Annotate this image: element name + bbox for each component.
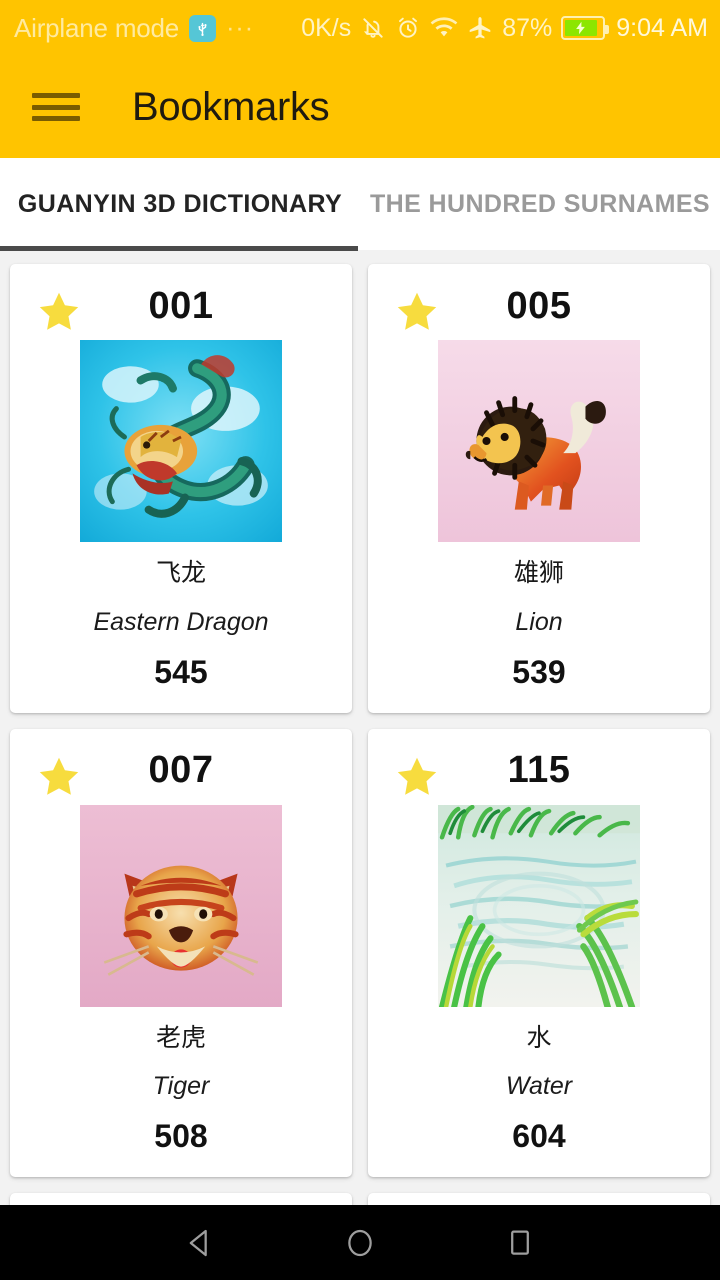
clock-label: 9:04 AM	[616, 13, 708, 42]
battery-percent-label: 87%	[502, 13, 553, 42]
card-header: 007	[10, 743, 352, 799]
overflow-dots-icon: ···	[226, 14, 255, 42]
airplane-mode-label: Airplane mode	[14, 12, 180, 43]
bookmark-card[interactable]: 005 雄狮 Lion 539	[368, 264, 710, 713]
card-number: 508	[154, 1118, 208, 1154]
bookmarks-grid: 001 飞龙 Eastern Dragon 545 005 雄狮 Lion 53…	[10, 264, 710, 1205]
card-english-name: Lion	[515, 607, 563, 636]
app-bar: Bookmarks	[0, 56, 720, 158]
airplane-icon	[467, 15, 493, 41]
phone-screen: Airplane mode ··· 0K/s 87% 9:04 AM Bookm…	[0, 0, 720, 1280]
card-chinese-name: 飞龙	[155, 559, 206, 587]
battery-charging-icon	[561, 16, 610, 40]
star-filled-icon[interactable]	[392, 753, 442, 801]
status-bar: Airplane mode ··· 0K/s 87% 9:04 AM	[0, 0, 720, 56]
status-bar-left: Airplane mode ···	[14, 13, 254, 44]
bookmark-card-partial[interactable]	[368, 1193, 710, 1205]
wifi-icon	[430, 16, 458, 40]
page-title: Bookmarks	[132, 84, 330, 129]
star-filled-icon[interactable]	[34, 288, 84, 336]
eastern-dragon-thumbnail	[80, 340, 282, 542]
card-chinese-name: 水	[526, 1023, 552, 1052]
tab-bar: GUANYIN 3D DICTIONARY THE HUNDRED SURNAM…	[0, 158, 720, 250]
card-index: 007	[148, 749, 214, 791]
bookmark-card[interactable]: 115 水 Water 604	[368, 728, 710, 1177]
android-navigation-bar	[0, 1205, 720, 1280]
card-english-name: Eastern Dragon	[93, 607, 269, 636]
tab-guanyin-3d-dictionary[interactable]: GUANYIN 3D DICTIONARY	[0, 158, 360, 250]
star-filled-icon[interactable]	[34, 753, 84, 801]
tiger-thumbnail	[80, 804, 282, 1007]
tab-label: THE HUNDRED SURNAMES	[370, 189, 710, 218]
card-number: 545	[154, 653, 208, 690]
usb-icon	[189, 14, 217, 42]
card-english-name: Tiger	[152, 1072, 210, 1100]
card-header: 005	[368, 278, 710, 334]
card-index: 001	[148, 284, 214, 327]
tab-label: GUANYIN 3D DICTIONARY	[17, 189, 343, 218]
network-speed-label: 0K/s	[301, 13, 352, 42]
alarm-clock-icon	[395, 15, 421, 41]
hamburger-menu-icon[interactable]	[30, 89, 82, 125]
card-number: 539	[512, 653, 566, 690]
card-index: 115	[507, 749, 571, 791]
bookmark-card[interactable]: 001 飞龙 Eastern Dragon 545	[10, 264, 352, 713]
bookmarks-grid-scroll[interactable]: 001 飞龙 Eastern Dragon 545 005 雄狮 Lion 53…	[0, 251, 720, 1205]
bookmark-card-partial[interactable]	[10, 1193, 352, 1205]
card-number: 604	[512, 1118, 566, 1154]
card-header: 001	[10, 278, 352, 334]
card-index: 005	[506, 284, 572, 327]
star-filled-icon[interactable]	[392, 288, 442, 336]
lion-thumbnail	[438, 340, 640, 542]
bookmark-card[interactable]: 007 老虎 Tiger 508	[10, 728, 352, 1177]
recents-square-icon[interactable]	[490, 1213, 550, 1273]
water-thumbnail	[438, 804, 640, 1007]
card-chinese-name: 雄狮	[513, 559, 564, 587]
card-english-name: Water	[505, 1072, 573, 1100]
back-triangle-icon[interactable]	[170, 1213, 230, 1273]
tab-the-hundred-surnames[interactable]: THE HUNDRED SURNAMES	[360, 158, 720, 250]
card-header: 115	[368, 743, 710, 799]
home-circle-icon[interactable]	[330, 1213, 390, 1273]
status-bar-right: 0K/s 87% 9:04 AM	[301, 14, 708, 43]
mute-bell-icon	[360, 15, 386, 41]
card-chinese-name: 老虎	[155, 1023, 206, 1052]
